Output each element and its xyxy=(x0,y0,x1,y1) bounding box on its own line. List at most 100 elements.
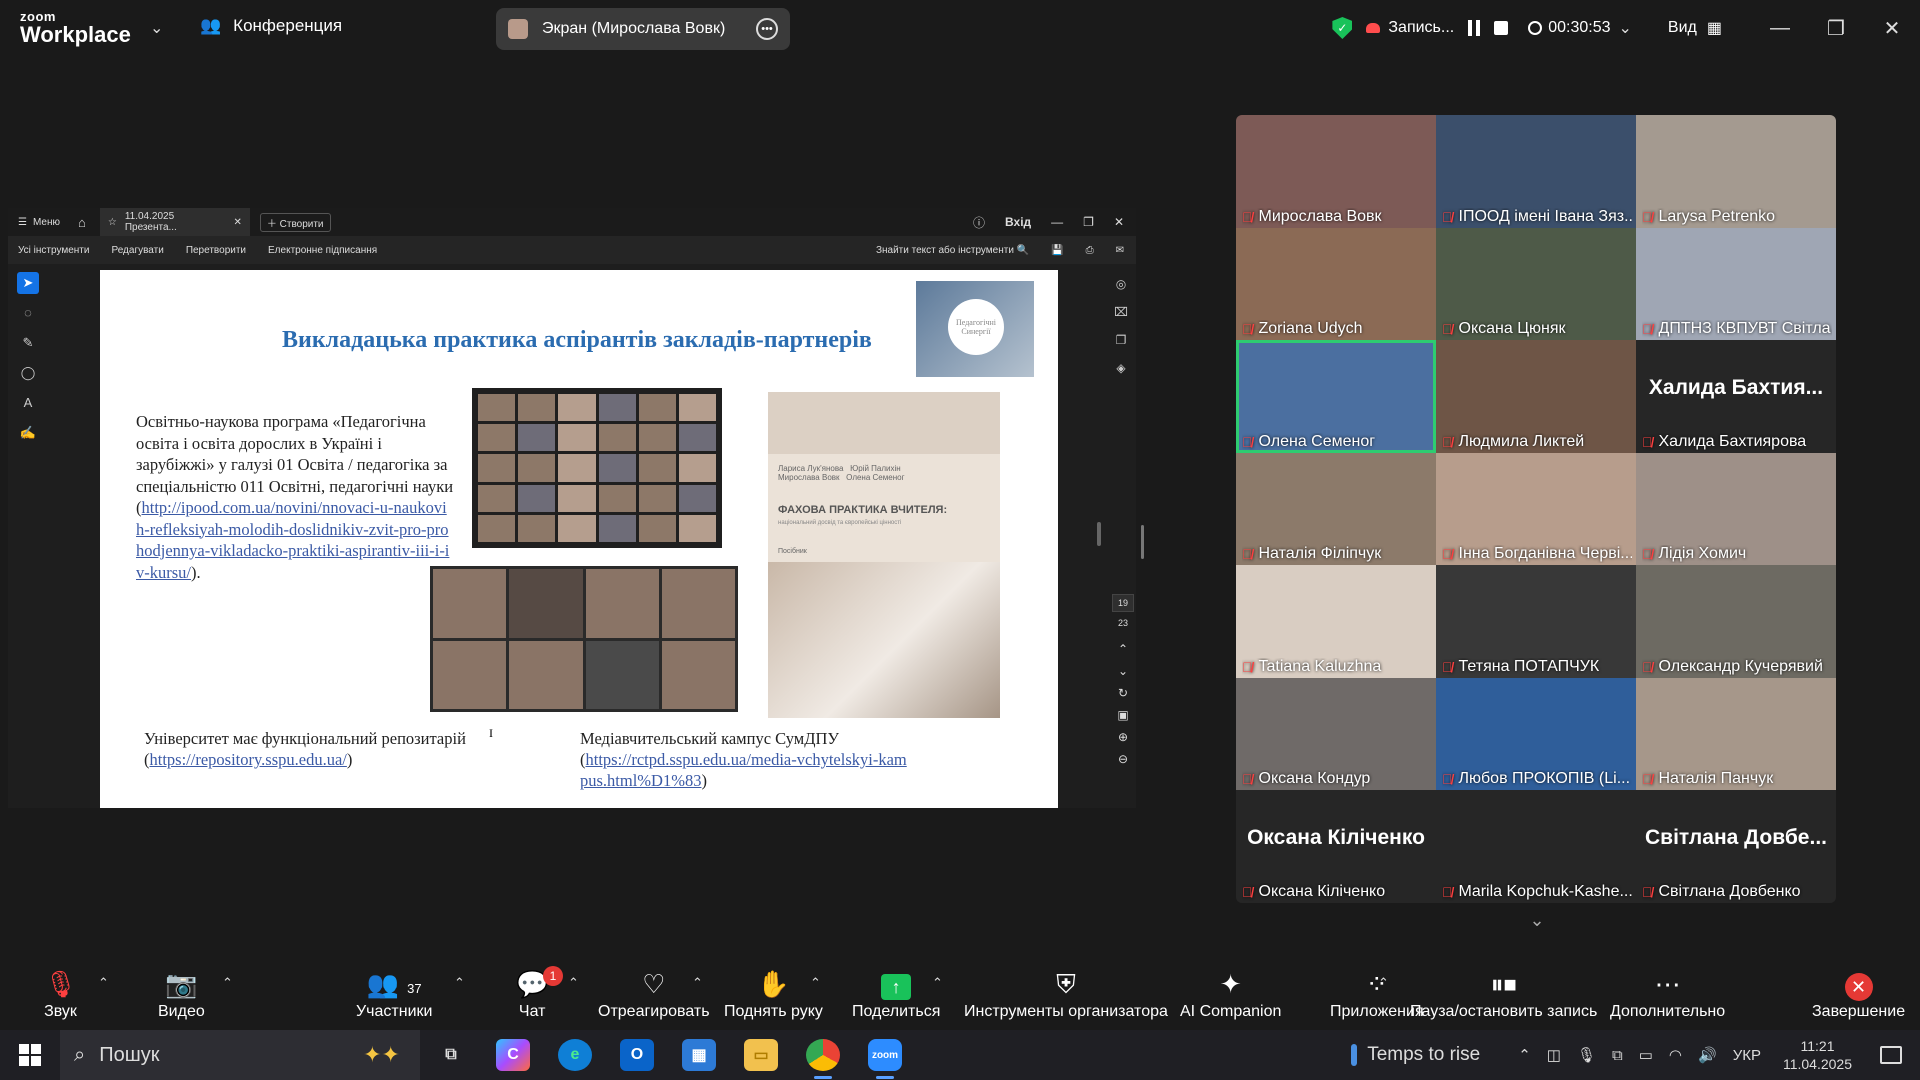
lasso-tool-icon[interactable]: ◯ xyxy=(17,362,39,384)
chrome-icon[interactable] xyxy=(806,1039,840,1079)
security-shield-icon[interactable]: ✓ xyxy=(1332,17,1353,39)
battery-icon[interactable]: ▭ xyxy=(1639,1046,1653,1064)
participant-tile[interactable]: 🎙̸ Інна Богданівна Черві... xyxy=(1436,452,1636,565)
panel-resize-handle[interactable] xyxy=(1141,525,1144,559)
bookmark-icon[interactable]: ⌧ xyxy=(1106,298,1136,326)
program-link[interactable]: http://ipood.com.ua/novini/nnovaci-u-nau… xyxy=(136,498,449,582)
ai-companion-button[interactable]: ✦ AI Companion xyxy=(1180,967,1281,1021)
participant-tile[interactable]: 🎙̸ Marila Kopchuk-Kashe... xyxy=(1436,790,1636,903)
participant-tile[interactable]: Оксана Кіліченко 🎙̸ Оксана Кіліченко xyxy=(1236,790,1436,903)
screen-share-icon[interactable]: ⧉ xyxy=(1612,1047,1623,1064)
raise-hand-options-caret[interactable]: ⌃ xyxy=(810,975,821,991)
zoom-logo[interactable]: zoom Workplace xyxy=(20,10,131,46)
grid-view-icon[interactable]: ▦ xyxy=(1707,18,1722,38)
close-button[interactable]: ✕ xyxy=(1864,16,1920,41)
tool-all[interactable]: Усі інструменти xyxy=(18,245,89,256)
participants-button[interactable]: 👥 37 Участники xyxy=(356,967,432,1021)
pause-recording-button[interactable]: ⏸⏹ Пауза/остановить запись xyxy=(1410,967,1597,1021)
share-button[interactable]: ↑ Поделиться xyxy=(852,967,940,1021)
audio-options-caret[interactable]: ⌃ xyxy=(98,975,109,991)
ai-assistant-icon[interactable]: ◎ xyxy=(1106,270,1136,298)
view-button[interactable]: Вид xyxy=(1668,19,1697,37)
star-icon[interactable]: ☆ xyxy=(108,217,117,228)
copy-icon[interactable]: ❐ xyxy=(1106,326,1136,354)
pdf-login-button[interactable]: Вхід xyxy=(1005,215,1031,229)
react-options-caret[interactable]: ⌃ xyxy=(692,975,703,991)
pdf-close-button[interactable]: ✕ xyxy=(1114,215,1124,229)
participants-options-caret[interactable]: ⌃ xyxy=(454,975,465,991)
page-down-icon[interactable]: ⌄ xyxy=(1112,664,1134,678)
screen-share-indicator[interactable]: Экран (Мирослава Вовк) ••• xyxy=(496,8,790,50)
volume-icon[interactable]: 🔊 xyxy=(1698,1046,1717,1064)
task-view-icon[interactable]: ⧉ xyxy=(434,1039,468,1071)
pdf-scrollbar[interactable] xyxy=(1094,264,1104,808)
more-button[interactable]: ⋯ Дополнительно xyxy=(1610,967,1725,1021)
microphone-icon[interactable]: 🎙 xyxy=(1577,1046,1596,1064)
participant-tile[interactable]: 🎙̸ Оксана Цюняк xyxy=(1436,227,1636,340)
participant-tile[interactable]: 🎙̸ ІПООД імені Івана Зяз... xyxy=(1436,115,1636,228)
store-icon[interactable]: ▦ xyxy=(682,1039,716,1071)
chevron-up-icon[interactable]: ⌃ xyxy=(1518,1046,1531,1064)
camera-icon[interactable]: ◫ xyxy=(1547,1046,1561,1064)
copilot-icon[interactable]: C xyxy=(496,1039,530,1071)
participant-tile[interactable]: 🎙̸ ДПТНЗ КВПУВТ Світла... xyxy=(1636,227,1836,340)
comment-tool-icon[interactable]: ◌ xyxy=(17,302,39,324)
chat-options-caret[interactable]: ⌃ xyxy=(568,975,579,991)
participant-tile[interactable]: Халида Бахтия... 🎙̸ Халида Бахтиярова xyxy=(1636,340,1836,453)
participant-tile[interactable]: 🎙̸ Олександр Кучерявий xyxy=(1636,565,1836,678)
participant-tile[interactable]: 🎙̸ Любов ПРОКОПІВ (Li... xyxy=(1436,677,1636,790)
pdf-document-tab[interactable]: ☆ 11.04.2025 Презента... ✕ xyxy=(99,208,250,236)
sign-tool-icon[interactable]: ✍ xyxy=(17,422,39,444)
input-language[interactable]: УКР xyxy=(1733,1047,1761,1064)
more-icon[interactable]: ••• xyxy=(756,18,778,40)
close-tab-icon[interactable]: ✕ xyxy=(233,217,241,228)
edge-icon[interactable]: e xyxy=(558,1039,592,1071)
save-icon[interactable]: 💾 xyxy=(1051,245,1063,256)
restore-button[interactable]: ❐ xyxy=(1808,16,1864,41)
gallery-next-page-icon[interactable]: ⌄ xyxy=(1517,910,1557,938)
participant-tile[interactable]: 🎙̸ Zoriana Udych xyxy=(1236,227,1436,340)
participant-tile[interactable]: 🎙̸ Олена Семеног xyxy=(1236,340,1436,453)
weather-widget[interactable]: Temps to rise xyxy=(1351,1044,1480,1066)
pdf-minimize-button[interactable]: — xyxy=(1051,215,1063,229)
stop-recording-icon[interactable] xyxy=(1494,21,1509,35)
layers-icon[interactable]: ◈ xyxy=(1106,354,1136,382)
print-icon[interactable]: ⎙ xyxy=(1086,245,1094,256)
pen-tool-icon[interactable]: ✎ xyxy=(17,332,39,354)
host-tools-button[interactable]: ⛨ Инструменты организатора xyxy=(964,967,1168,1021)
clock[interactable]: 11:21 11.04.2025 xyxy=(1783,1037,1852,1073)
pdf-menu-button[interactable]: ☰ Меню xyxy=(18,217,60,228)
participant-tile[interactable]: Світлана Довбе... 🎙̸ Світлана Довбенко xyxy=(1636,790,1836,903)
participant-tile[interactable]: 🎙̸ Тетяна ПОТАПЧУК xyxy=(1436,565,1636,678)
scrollbar-thumb[interactable] xyxy=(1097,522,1101,546)
share-options-caret[interactable]: ⌃ xyxy=(932,975,943,991)
participant-tile[interactable]: 🎙̸ Оксана Кондур xyxy=(1236,677,1436,790)
tool-edit[interactable]: Редагувати xyxy=(111,245,163,256)
zoom-out-icon[interactable]: ⊖ xyxy=(1112,752,1134,766)
outlook-icon[interactable]: O xyxy=(620,1039,654,1071)
notifications-icon[interactable] xyxy=(1880,1046,1902,1064)
current-page[interactable]: 19 xyxy=(1112,594,1134,612)
participant-tile[interactable]: 🎙̸ Larysa Petrenko xyxy=(1636,115,1836,228)
participant-tile[interactable]: 🎙̸ Наталія Панчук xyxy=(1636,677,1836,790)
home-icon[interactable]: ⌂ xyxy=(78,215,86,230)
raise-hand-button[interactable]: ✋ Поднять руку xyxy=(724,967,823,1021)
wifi-icon[interactable]: ◠ xyxy=(1669,1046,1682,1064)
end-meeting-button[interactable]: ✕ Завершение xyxy=(1812,967,1905,1021)
chevron-down-icon[interactable]: ⌄ xyxy=(1619,18,1632,38)
video-options-caret[interactable]: ⌃ xyxy=(222,975,233,991)
chevron-down-icon[interactable]: ⌄ xyxy=(150,18,163,38)
participant-tile[interactable]: 🎙̸ Наталія Філіпчук xyxy=(1236,452,1436,565)
rotate-icon[interactable]: ↻ xyxy=(1112,686,1134,700)
pause-recording-icon[interactable] xyxy=(1468,20,1481,36)
pdf-restore-button[interactable]: ❐ xyxy=(1083,215,1094,229)
tool-esign[interactable]: Електронне підписання xyxy=(268,245,377,256)
zoom-icon[interactable]: zoom xyxy=(868,1039,902,1079)
minimize-button[interactable]: — xyxy=(1752,17,1808,40)
zoom-in-icon[interactable]: ⊕ xyxy=(1112,730,1134,744)
video-button[interactable]: 📷 Видео xyxy=(158,967,205,1021)
campus-link[interactable]: https://rctpd.sspu.edu.ua/media-vchytels… xyxy=(580,750,907,790)
audio-button[interactable]: 🎙 Звук xyxy=(44,967,77,1021)
participant-tile[interactable]: 🎙̸ Мирослава Вовк xyxy=(1236,115,1436,228)
select-tool-icon[interactable]: ➤ xyxy=(17,272,39,294)
